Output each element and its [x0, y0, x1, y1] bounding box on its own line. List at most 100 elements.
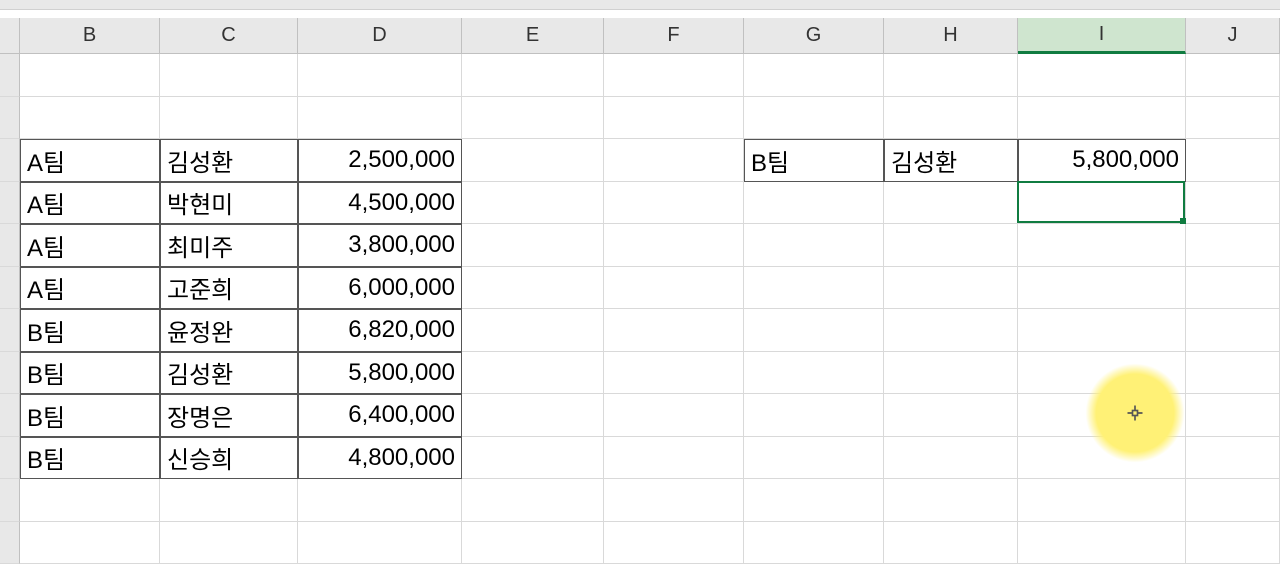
row-header[interactable]: [0, 352, 20, 395]
col-header-D[interactable]: D: [298, 18, 462, 54]
col-header-C[interactable]: C: [160, 18, 298, 54]
cell-J-4[interactable]: [1186, 224, 1280, 267]
cell-F-9[interactable]: [604, 437, 744, 480]
cell-J-6[interactable]: [1186, 309, 1280, 352]
cell-E-5[interactable]: [462, 267, 604, 310]
cell-J-10[interactable]: [1186, 479, 1280, 522]
cell-J-2[interactable]: [1186, 139, 1280, 182]
cell-H-9[interactable]: [884, 437, 1018, 480]
cell-I-7[interactable]: [1018, 352, 1186, 395]
cell-B-5[interactable]: A팀: [20, 267, 160, 310]
cell-I-0[interactable]: [1018, 54, 1186, 97]
cell-J-8[interactable]: [1186, 394, 1280, 437]
cell-grid[interactable]: A팀김성환2,500,000B팀김성환5,800,000A팀박현미4,500,0…: [20, 54, 1280, 584]
col-header-B[interactable]: B: [20, 18, 160, 54]
cell-G-5[interactable]: [744, 267, 884, 310]
cell-F-10[interactable]: [604, 479, 744, 522]
row-header[interactable]: [0, 394, 20, 437]
cell-F-8[interactable]: [604, 394, 744, 437]
row-header[interactable]: [0, 97, 20, 140]
row-header[interactable]: [0, 139, 20, 182]
cell-G-9[interactable]: [744, 437, 884, 480]
cell-I-9[interactable]: [1018, 437, 1186, 480]
cell-C-9[interactable]: 신승희: [160, 437, 298, 480]
cell-F-7[interactable]: [604, 352, 744, 395]
cell-H-10[interactable]: [884, 479, 1018, 522]
cell-J-5[interactable]: [1186, 267, 1280, 310]
cell-F-6[interactable]: [604, 309, 744, 352]
cell-I-2[interactable]: 5,800,000: [1018, 139, 1186, 182]
cell-D-3[interactable]: 4,500,000: [298, 182, 462, 225]
cell-J-7[interactable]: [1186, 352, 1280, 395]
cell-C-2[interactable]: 김성환: [160, 139, 298, 182]
cell-B-9[interactable]: B팀: [20, 437, 160, 480]
col-header-F[interactable]: F: [604, 18, 744, 54]
cell-E-6[interactable]: [462, 309, 604, 352]
cell-J-9[interactable]: [1186, 437, 1280, 480]
cell-G-1[interactable]: [744, 97, 884, 140]
cell-B-1[interactable]: [20, 97, 160, 140]
cell-F-2[interactable]: [604, 139, 744, 182]
cell-I-6[interactable]: [1018, 309, 1186, 352]
cell-F-5[interactable]: [604, 267, 744, 310]
cell-G-6[interactable]: [744, 309, 884, 352]
cell-H-1[interactable]: [884, 97, 1018, 140]
cell-H-8[interactable]: [884, 394, 1018, 437]
row-header[interactable]: [0, 54, 20, 97]
cell-H-3[interactable]: [884, 182, 1018, 225]
cell-F-0[interactable]: [604, 54, 744, 97]
cell-B-0[interactable]: [20, 54, 160, 97]
cell-C-6[interactable]: 윤정완: [160, 309, 298, 352]
cell-E-0[interactable]: [462, 54, 604, 97]
col-header-E[interactable]: E: [462, 18, 604, 54]
cell-C-4[interactable]: 최미주: [160, 224, 298, 267]
cell-G-2[interactable]: B팀: [744, 139, 884, 182]
cell-I-1[interactable]: [1018, 97, 1186, 140]
cell-E-11[interactable]: [462, 522, 604, 565]
cell-J-11[interactable]: [1186, 522, 1280, 565]
cell-G-10[interactable]: [744, 479, 884, 522]
cell-G-4[interactable]: [744, 224, 884, 267]
cell-I-10[interactable]: [1018, 479, 1186, 522]
cell-G-7[interactable]: [744, 352, 884, 395]
row-header[interactable]: [0, 182, 20, 225]
cell-C-1[interactable]: [160, 97, 298, 140]
cell-D-11[interactable]: [298, 522, 462, 565]
row-header[interactable]: [0, 267, 20, 310]
cell-C-11[interactable]: [160, 522, 298, 565]
cell-B-6[interactable]: B팀: [20, 309, 160, 352]
cell-I-8[interactable]: [1018, 394, 1186, 437]
cell-E-4[interactable]: [462, 224, 604, 267]
row-header[interactable]: [0, 479, 20, 522]
row-header[interactable]: [0, 309, 20, 352]
cell-C-7[interactable]: 김성환: [160, 352, 298, 395]
cell-G-11[interactable]: [744, 522, 884, 565]
cell-E-1[interactable]: [462, 97, 604, 140]
cell-B-2[interactable]: A팀: [20, 139, 160, 182]
cell-G-3[interactable]: [744, 182, 884, 225]
row-header[interactable]: [0, 522, 20, 565]
cell-C-8[interactable]: 장명은: [160, 394, 298, 437]
cell-E-2[interactable]: [462, 139, 604, 182]
cell-D-4[interactable]: 3,800,000: [298, 224, 462, 267]
cell-B-11[interactable]: [20, 522, 160, 565]
cell-H-2[interactable]: 김성환: [884, 139, 1018, 182]
cell-E-3[interactable]: [462, 182, 604, 225]
cell-J-1[interactable]: [1186, 97, 1280, 140]
cell-D-9[interactable]: 4,800,000: [298, 437, 462, 480]
cell-D-8[interactable]: 6,400,000: [298, 394, 462, 437]
cell-E-9[interactable]: [462, 437, 604, 480]
cell-B-4[interactable]: A팀: [20, 224, 160, 267]
cell-C-0[interactable]: [160, 54, 298, 97]
cell-H-0[interactable]: [884, 54, 1018, 97]
cell-H-7[interactable]: [884, 352, 1018, 395]
cell-D-10[interactable]: [298, 479, 462, 522]
cell-D-0[interactable]: [298, 54, 462, 97]
cell-D-2[interactable]: 2,500,000: [298, 139, 462, 182]
cell-F-11[interactable]: [604, 522, 744, 565]
cell-G-8[interactable]: [744, 394, 884, 437]
cell-E-8[interactable]: [462, 394, 604, 437]
col-header-J[interactable]: J: [1186, 18, 1280, 54]
cell-D-7[interactable]: 5,800,000: [298, 352, 462, 395]
cell-E-10[interactable]: [462, 479, 604, 522]
